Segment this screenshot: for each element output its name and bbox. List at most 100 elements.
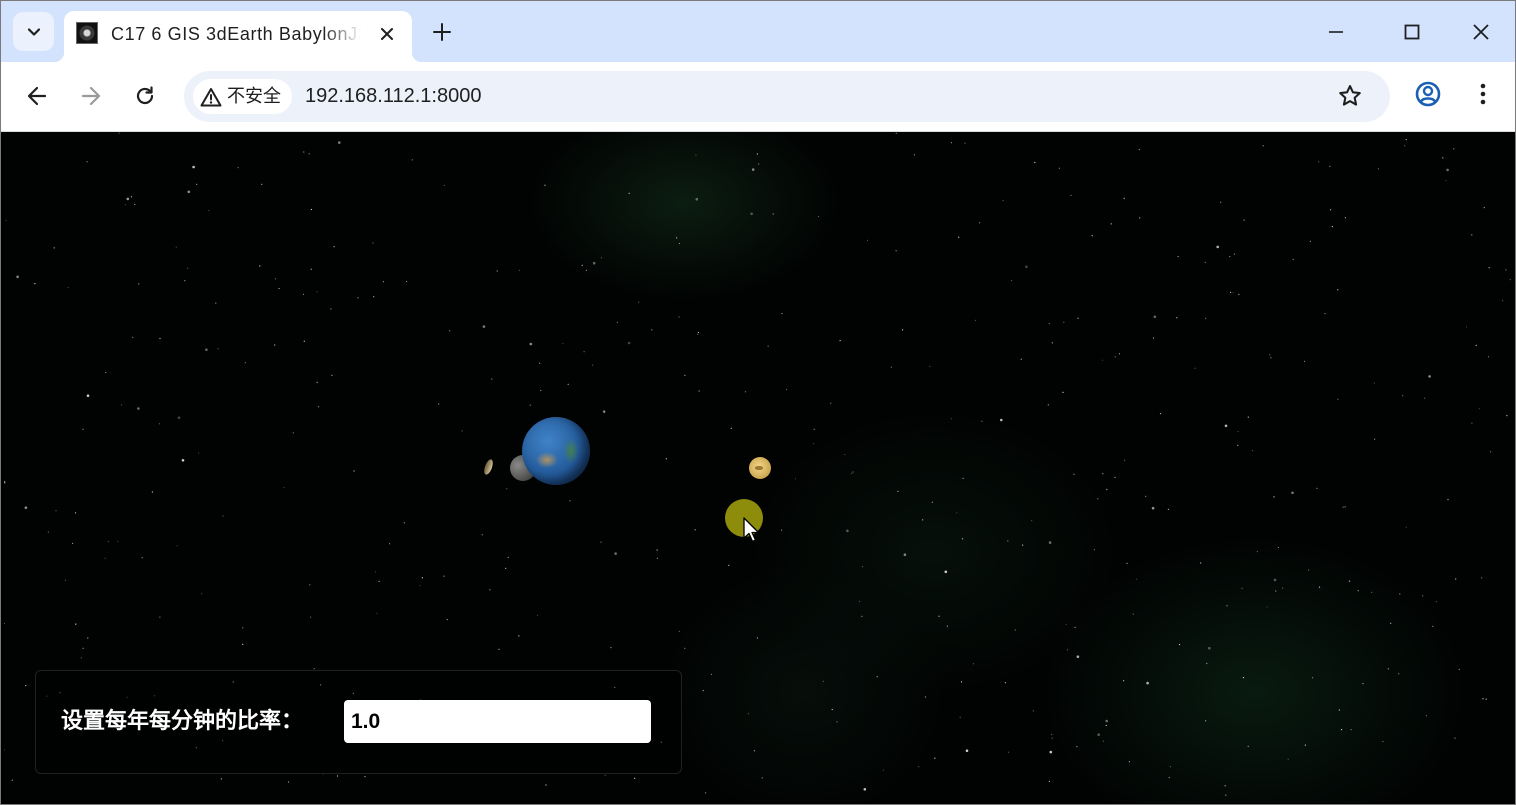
browser-menu-button[interactable] xyxy=(1471,79,1495,114)
bookmark-button[interactable] xyxy=(1337,83,1363,114)
star xyxy=(1226,605,1228,607)
tab-close-button[interactable] xyxy=(374,21,400,47)
star xyxy=(1342,506,1344,508)
star xyxy=(861,566,864,568)
star xyxy=(192,165,195,169)
tab-search-button[interactable] xyxy=(13,12,54,51)
star xyxy=(1097,498,1099,500)
star xyxy=(1329,165,1331,167)
star xyxy=(1153,315,1157,319)
close-window-button[interactable] xyxy=(1458,10,1504,54)
star xyxy=(117,540,119,543)
star xyxy=(34,283,36,285)
star xyxy=(610,647,612,649)
tab-title: C17 6 GIS 3dEarth BabylonJS xyxy=(111,24,361,44)
maximize-button[interactable] xyxy=(1389,10,1435,54)
star xyxy=(1206,662,1208,665)
star xyxy=(678,316,680,318)
star xyxy=(1242,677,1245,679)
star xyxy=(176,545,178,547)
reload-button[interactable] xyxy=(127,78,163,114)
star xyxy=(378,580,380,582)
star xyxy=(702,690,704,692)
star xyxy=(1020,358,1022,360)
site-info-chip[interactable]: 不安全 xyxy=(193,79,292,114)
sun[interactable] xyxy=(749,457,771,479)
forward-icon xyxy=(81,86,101,106)
star xyxy=(1058,167,1060,169)
url-text[interactable]: 192.168.112.1:8000 xyxy=(305,84,481,108)
render-canvas[interactable]: 设置每年每分钟的比率： xyxy=(4,132,1515,803)
star xyxy=(1194,367,1196,369)
star xyxy=(4,480,6,484)
star xyxy=(1303,360,1306,362)
star xyxy=(1485,698,1487,700)
star xyxy=(1205,317,1207,319)
star xyxy=(1091,235,1093,237)
star xyxy=(1304,744,1306,746)
star xyxy=(303,151,305,153)
back-button[interactable] xyxy=(19,78,55,114)
address-bar[interactable]: 不安全 192.168.112.1:8000 xyxy=(184,71,1390,122)
star xyxy=(259,265,261,267)
star xyxy=(1357,590,1359,592)
tab-strip: C17 6 GIS 3dEarth BabylonJS xyxy=(1,1,1515,62)
new-tab-button[interactable] xyxy=(425,15,459,49)
minimize-button[interactable] xyxy=(1313,10,1359,54)
star xyxy=(1114,476,1116,478)
star xyxy=(237,167,239,169)
star xyxy=(1454,737,1456,739)
star xyxy=(330,308,332,310)
star xyxy=(446,619,448,621)
star xyxy=(1247,416,1249,418)
star xyxy=(1374,438,1376,440)
rate-input[interactable] xyxy=(344,700,651,743)
star xyxy=(1168,776,1170,779)
profile-button[interactable] xyxy=(1413,79,1443,114)
star xyxy=(567,383,569,385)
star xyxy=(730,427,732,429)
star xyxy=(981,420,983,422)
star xyxy=(1101,359,1104,361)
earth-globe[interactable] xyxy=(522,417,590,485)
rate-label: 设置每年每分钟的比率： xyxy=(61,709,304,734)
active-tab[interactable]: C17 6 GIS 3dEarth BabylonJS xyxy=(54,11,422,62)
star xyxy=(895,132,897,134)
star xyxy=(1458,668,1460,671)
star xyxy=(449,330,451,332)
star xyxy=(761,777,763,779)
star xyxy=(946,625,949,627)
star xyxy=(1025,265,1028,269)
star xyxy=(518,269,521,271)
star xyxy=(786,388,788,391)
star xyxy=(1348,580,1351,582)
star xyxy=(1387,668,1389,670)
star xyxy=(505,567,507,569)
star xyxy=(1232,292,1234,294)
star xyxy=(1382,740,1384,743)
back-icon xyxy=(27,86,47,106)
star xyxy=(438,403,440,405)
star xyxy=(950,418,952,420)
star xyxy=(1425,715,1427,717)
star xyxy=(141,557,143,559)
star xyxy=(728,564,730,566)
star xyxy=(74,512,77,514)
star xyxy=(913,154,916,156)
star xyxy=(317,406,320,408)
star xyxy=(583,351,585,353)
forward-button[interactable] xyxy=(73,78,109,114)
star xyxy=(614,552,617,555)
star xyxy=(482,325,486,328)
star xyxy=(1002,199,1004,202)
star xyxy=(373,296,375,298)
star xyxy=(1065,623,1067,625)
star xyxy=(1373,382,1375,384)
star xyxy=(1331,226,1333,228)
star xyxy=(1220,201,1222,203)
star xyxy=(130,196,133,198)
star xyxy=(545,784,547,786)
star xyxy=(1073,473,1075,475)
star xyxy=(491,378,493,380)
star xyxy=(861,615,863,617)
